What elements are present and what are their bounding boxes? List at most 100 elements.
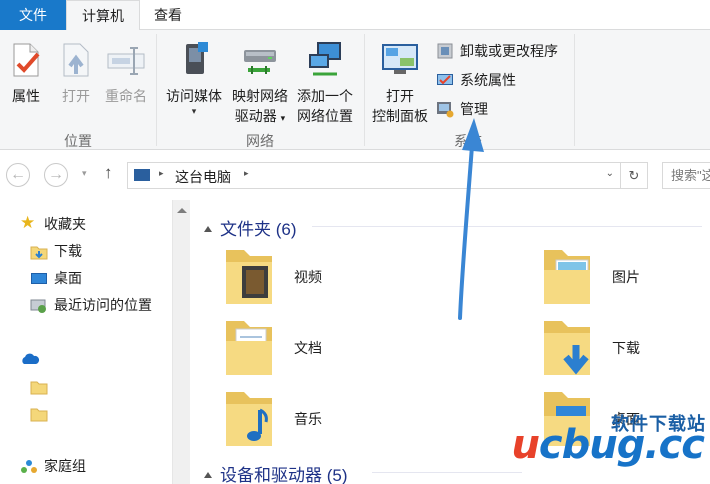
- rename-button[interactable]: 重命名: [100, 40, 152, 106]
- videos-folder-icon: [222, 244, 280, 308]
- nav-recent-places[interactable]: 最近访问的位置: [30, 293, 152, 317]
- homegroup-icon: [20, 458, 38, 474]
- manage-icon: [436, 100, 454, 118]
- up-arrow-icon: ↑: [104, 163, 113, 182]
- open-control-panel-button[interactable]: 打开 控制面板: [368, 40, 432, 126]
- devices-section-title: 设备和驱动器 (5): [220, 466, 348, 484]
- refresh-button[interactable]: ↻: [621, 162, 648, 189]
- nav-desktop[interactable]: 桌面: [30, 266, 82, 290]
- tab-view[interactable]: 查看: [140, 0, 196, 30]
- search-placeholder: 搜索"这台电脑": [671, 168, 710, 183]
- nav-downloads[interactable]: 下载: [30, 239, 82, 263]
- watermark-en-rest: cbug.cc: [538, 422, 705, 468]
- add-network-location-label-2: 网络位置: [297, 108, 353, 124]
- network-location-icon: [305, 40, 345, 80]
- access-media-button[interactable]: 访问媒体 ▾: [162, 40, 226, 116]
- map-network-drive-button[interactable]: 映射网络 驱动器 ▾: [228, 40, 292, 128]
- refresh-icon: ↻: [628, 168, 640, 183]
- nav-onedrive-folder[interactable]: [30, 374, 54, 398]
- nav-onedrive-folder[interactable]: [30, 401, 54, 425]
- folder-pictures[interactable]: 图片: [540, 244, 710, 310]
- watermark-en-first: u: [511, 422, 540, 468]
- breadcrumb-this-pc[interactable]: 这台电脑: [175, 167, 231, 187]
- system-properties-label: 系统属性: [460, 72, 516, 88]
- recent-places-icon: [30, 297, 48, 313]
- scroll-up-icon[interactable]: [177, 208, 187, 213]
- folder-label: 音乐: [294, 411, 322, 427]
- pictures-folder-icon: [540, 244, 598, 308]
- address-dropdown-icon[interactable]: ⌄: [606, 168, 614, 179]
- folder-label: 图片: [612, 269, 640, 285]
- watermark-en-text: ucbug.cc: [511, 422, 705, 468]
- system-properties-button[interactable]: 系统属性: [436, 69, 516, 91]
- add-network-location-button[interactable]: 添加一个 网络位置: [292, 40, 358, 126]
- manage-button[interactable]: 管理: [436, 98, 488, 120]
- uninstall-icon: [436, 42, 454, 60]
- documents-folder-icon: [222, 315, 280, 379]
- section-divider: [312, 226, 702, 227]
- computer-icon: [134, 169, 150, 181]
- folder-music[interactable]: 音乐: [222, 386, 462, 452]
- nav-onedrive[interactable]: [20, 346, 44, 370]
- folder-label: 文档: [294, 340, 322, 356]
- nav-homegroup[interactable]: 家庭组: [20, 454, 86, 478]
- devices-section-header[interactable]: 设备和驱动器 (5): [204, 461, 348, 484]
- map-network-drive-label-2: 驱动器 ▾: [234, 108, 286, 124]
- manage-label: 管理: [460, 101, 488, 117]
- recent-locations-chevron-icon[interactable]: ▾: [82, 168, 87, 179]
- up-button[interactable]: ↑: [104, 163, 113, 183]
- tab-file[interactable]: 文件: [0, 0, 66, 30]
- system-properties-icon: [436, 71, 454, 89]
- properties-button[interactable]: 属性: [4, 40, 48, 106]
- uninstall-label: 卸载或更改程序: [460, 43, 558, 59]
- chevron-down-icon: ▾: [280, 113, 286, 123]
- breadcrumb-chevron-icon[interactable]: ▸: [159, 168, 164, 179]
- ribbon-separator: [156, 34, 157, 146]
- desktop-icon: [30, 270, 48, 286]
- nav-downloads-label: 下载: [54, 243, 82, 259]
- map-network-drive-label-1: 映射网络: [232, 88, 288, 104]
- add-network-location-label-1: 添加一个: [297, 88, 353, 104]
- rename-icon: [106, 40, 146, 80]
- section-divider: [372, 472, 522, 473]
- control-panel-icon: [380, 40, 420, 80]
- nav-favorites[interactable]: ★ 收藏夹: [20, 212, 86, 236]
- rename-label: 重命名: [105, 88, 147, 104]
- back-arrow-icon: ←: [10, 166, 26, 183]
- back-button[interactable]: ←: [6, 163, 30, 187]
- collapse-chevron-icon[interactable]: [204, 471, 212, 478]
- collapse-chevron-icon[interactable]: [204, 225, 212, 232]
- folder-label: 下载: [612, 340, 640, 356]
- nav-favorites-label: 收藏夹: [44, 216, 86, 232]
- properties-label: 属性: [12, 88, 40, 104]
- folder-label: 视频: [294, 269, 322, 285]
- star-icon: ★: [20, 213, 36, 232]
- folder-downloads[interactable]: 下载: [540, 315, 710, 381]
- forward-button[interactable]: →: [44, 163, 68, 187]
- navigation-pane: ★ 收藏夹 下载 桌面 最近访问的位置 家庭组: [0, 200, 190, 484]
- music-folder-icon: [222, 386, 280, 450]
- media-device-icon: [174, 40, 214, 80]
- uninstall-program-button[interactable]: 卸载或更改程序: [436, 40, 558, 62]
- folder-videos[interactable]: 视频: [222, 244, 462, 310]
- open-control-panel-label-1: 打开: [386, 88, 414, 104]
- watermark-logo: 软件下载站 ucbug.cc: [511, 402, 710, 482]
- nav-pane-scrollbar[interactable]: [172, 200, 190, 484]
- address-field[interactable]: ▸ 这台电脑 ▸ ⌄: [127, 162, 621, 189]
- open-label: 打开: [62, 88, 90, 104]
- breadcrumb-chevron-icon[interactable]: ▸: [244, 168, 249, 179]
- access-media-label: 访问媒体: [166, 88, 222, 104]
- search-input[interactable]: 搜索"这台电脑": [662, 162, 710, 189]
- location-group-label: 位置: [64, 133, 92, 149]
- downloads-folder-icon: [30, 243, 48, 260]
- folder-icon: [30, 405, 48, 422]
- folders-section-header[interactable]: 文件夹 (6): [204, 215, 297, 240]
- tab-computer[interactable]: 计算机: [66, 0, 140, 31]
- ribbon-tab-bar: 文件 计算机 查看: [0, 0, 710, 31]
- nav-recent-places-label: 最近访问的位置: [54, 297, 152, 313]
- open-button[interactable]: 打开: [54, 40, 98, 106]
- folder-icon: [30, 378, 48, 395]
- open-icon: [56, 40, 96, 80]
- ribbon-separator: [574, 34, 575, 146]
- folder-documents[interactable]: 文档: [222, 315, 462, 381]
